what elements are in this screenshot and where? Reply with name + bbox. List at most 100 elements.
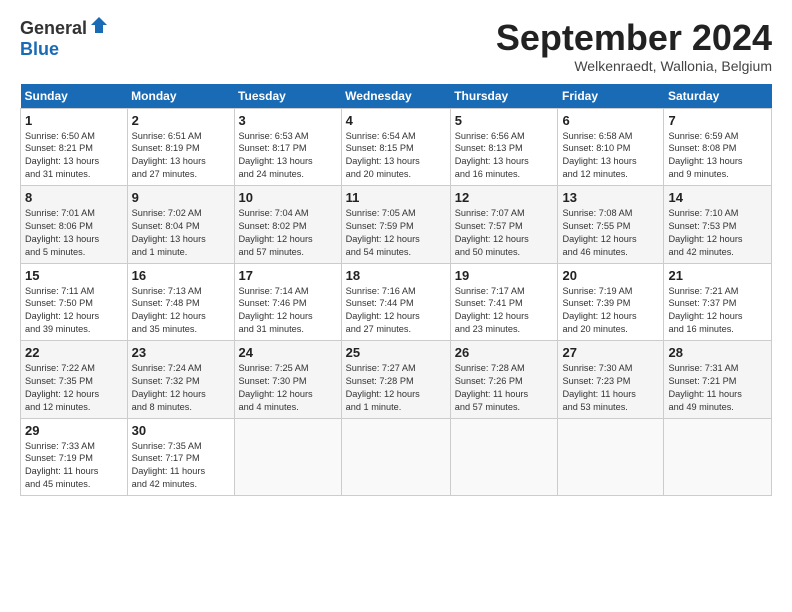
day-number: 23: [132, 345, 230, 360]
col-thursday: Thursday: [450, 84, 558, 109]
table-row: 24 Sunrise: 7:25 AMSunset: 7:30 PMDayligh…: [234, 341, 341, 419]
day-info: Sunrise: 7:10 AMSunset: 7:53 PMDaylight:…: [668, 207, 767, 259]
table-row: 6Sunrise: 6:58 AMSunset: 8:10 PMDaylight…: [558, 108, 664, 186]
table-row: 16 Sunrise: 7:13 AMSunset: 7:48 PMDayligh…: [127, 263, 234, 341]
day-number: 15: [25, 268, 123, 283]
day-number: 8: [25, 190, 123, 205]
table-row: 26 Sunrise: 7:28 AMSunset: 7:26 PMDayligh…: [450, 341, 558, 419]
table-row: [558, 418, 664, 496]
col-sunday: Sunday: [21, 84, 128, 109]
page-header: General Blue September 2024 Welkenraedt,…: [20, 18, 772, 74]
table-row: 22 Sunrise: 7:22 AMSunset: 7:35 PMDayligh…: [21, 341, 128, 419]
col-wednesday: Wednesday: [341, 84, 450, 109]
day-info: Sunrise: 7:22 AMSunset: 7:35 PMDaylight:…: [25, 362, 123, 414]
day-number: 27: [562, 345, 659, 360]
day-number: 16: [132, 268, 230, 283]
table-row: 25 Sunrise: 7:27 AMSunset: 7:28 PMDayligh…: [341, 341, 450, 419]
calendar-week-5: 29 Sunrise: 7:33 AMSunset: 7:19 PMDayligh…: [21, 418, 772, 496]
day-number: 22: [25, 345, 123, 360]
table-row: 14 Sunrise: 7:10 AMSunset: 7:53 PMDayligh…: [664, 186, 772, 264]
day-number: 11: [346, 190, 446, 205]
table-row: [341, 418, 450, 496]
day-number: 20: [562, 268, 659, 283]
table-row: 2 Sunrise: 6:51 AMSunset: 8:19 PMDaylight…: [127, 108, 234, 186]
logo-icon: [89, 15, 109, 35]
table-row: 8Sunrise: 7:01 AMSunset: 8:06 PMDaylight…: [21, 186, 128, 264]
table-row: 13 Sunrise: 7:08 AMSunset: 7:55 PMDayligh…: [558, 186, 664, 264]
day-number: 2: [132, 113, 230, 128]
day-info: Sunrise: 6:54 AMSunset: 8:15 PMDaylight:…: [346, 130, 446, 182]
table-row: 19 Sunrise: 7:17 AMSunset: 7:41 PMDayligh…: [450, 263, 558, 341]
day-info: Sunrise: 7:17 AMSunset: 7:41 PMDaylight:…: [455, 285, 554, 337]
day-info: Sunrise: 7:02 AMSunset: 8:04 PMDaylight:…: [132, 207, 230, 259]
table-row: 21Sunrise: 7:21 AMSunset: 7:37 PMDayligh…: [664, 263, 772, 341]
logo-blue-text: Blue: [20, 39, 59, 60]
day-number: 24: [239, 345, 337, 360]
calendar-week-3: 15 Sunrise: 7:11 AMSunset: 7:50 PMDayligh…: [21, 263, 772, 341]
day-number: 4: [346, 113, 446, 128]
day-info: Sunrise: 7:27 AMSunset: 7:28 PMDaylight:…: [346, 362, 446, 414]
location-text: Welkenraedt, Wallonia, Belgium: [496, 58, 772, 74]
col-monday: Monday: [127, 84, 234, 109]
day-number: 7: [668, 113, 767, 128]
table-row: 7 Sunrise: 6:59 AMSunset: 8:08 PMDaylight…: [664, 108, 772, 186]
table-row: 9 Sunrise: 7:02 AMSunset: 8:04 PMDaylight…: [127, 186, 234, 264]
day-info: Sunrise: 6:53 AMSunset: 8:17 PMDaylight:…: [239, 130, 337, 182]
table-row: 18Sunrise: 7:16 AMSunset: 7:44 PMDayligh…: [341, 263, 450, 341]
day-info: Sunrise: 7:14 AMSunset: 7:46 PMDaylight:…: [239, 285, 337, 337]
day-number: 28: [668, 345, 767, 360]
month-title: September 2024: [496, 18, 772, 58]
day-number: 9: [132, 190, 230, 205]
col-friday: Friday: [558, 84, 664, 109]
logo-general-text: General: [20, 18, 87, 39]
day-info: Sunrise: 7:35 AMSunset: 7:17 PMDaylight:…: [132, 440, 230, 492]
day-number: 1: [25, 113, 123, 128]
day-info: Sunrise: 7:21 AMSunset: 7:37 PMDaylight:…: [668, 285, 767, 337]
calendar-week-2: 8Sunrise: 7:01 AMSunset: 8:06 PMDaylight…: [21, 186, 772, 264]
table-row: 12 Sunrise: 7:07 AMSunset: 7:57 PMDayligh…: [450, 186, 558, 264]
table-row: [234, 418, 341, 496]
day-info: Sunrise: 7:19 AMSunset: 7:39 PMDaylight:…: [562, 285, 659, 337]
day-info: Sunrise: 7:28 AMSunset: 7:26 PMDaylight:…: [455, 362, 554, 414]
day-number: 10: [239, 190, 337, 205]
table-row: 29 Sunrise: 7:33 AMSunset: 7:19 PMDayligh…: [21, 418, 128, 496]
day-number: 18: [346, 268, 446, 283]
table-row: 30Sunrise: 7:35 AMSunset: 7:17 PMDayligh…: [127, 418, 234, 496]
calendar-table: Sunday Monday Tuesday Wednesday Thursday…: [20, 84, 772, 497]
day-number: 25: [346, 345, 446, 360]
day-info: Sunrise: 7:24 AMSunset: 7:32 PMDaylight:…: [132, 362, 230, 414]
table-row: 5Sunrise: 6:56 AMSunset: 8:13 PMDaylight…: [450, 108, 558, 186]
day-number: 19: [455, 268, 554, 283]
table-row: 15 Sunrise: 7:11 AMSunset: 7:50 PMDayligh…: [21, 263, 128, 341]
day-info: Sunrise: 7:31 AMSunset: 7:21 PMDaylight:…: [668, 362, 767, 414]
day-number: 14: [668, 190, 767, 205]
day-info: Sunrise: 7:13 AMSunset: 7:48 PMDaylight:…: [132, 285, 230, 337]
table-row: 11 Sunrise: 7:05 AMSunset: 7:59 PMDayligh…: [341, 186, 450, 264]
day-number: 12: [455, 190, 554, 205]
table-row: 27 Sunrise: 7:30 AMSunset: 7:23 PMDayligh…: [558, 341, 664, 419]
table-row: 23 Sunrise: 7:24 AMSunset: 7:32 PMDayligh…: [127, 341, 234, 419]
table-row: 3Sunrise: 6:53 AMSunset: 8:17 PMDaylight…: [234, 108, 341, 186]
day-info: Sunrise: 7:05 AMSunset: 7:59 PMDaylight:…: [346, 207, 446, 259]
table-row: 1 Sunrise: 6:50 AMSunset: 8:21 PMDaylight…: [21, 108, 128, 186]
day-info: Sunrise: 6:50 AMSunset: 8:21 PMDaylight:…: [25, 130, 123, 182]
col-tuesday: Tuesday: [234, 84, 341, 109]
day-info: Sunrise: 7:04 AMSunset: 8:02 PMDaylight:…: [239, 207, 337, 259]
day-number: 26: [455, 345, 554, 360]
day-info: Sunrise: 7:08 AMSunset: 7:55 PMDaylight:…: [562, 207, 659, 259]
table-row: [450, 418, 558, 496]
logo: General Blue: [20, 18, 109, 60]
title-block: September 2024 Welkenraedt, Wallonia, Be…: [496, 18, 772, 74]
day-info: Sunrise: 7:33 AMSunset: 7:19 PMDaylight:…: [25, 440, 123, 492]
day-info: Sunrise: 7:25 AMSunset: 7:30 PMDaylight:…: [239, 362, 337, 414]
day-info: Sunrise: 7:07 AMSunset: 7:57 PMDaylight:…: [455, 207, 554, 259]
col-saturday: Saturday: [664, 84, 772, 109]
day-number: 13: [562, 190, 659, 205]
day-info: Sunrise: 7:11 AMSunset: 7:50 PMDaylight:…: [25, 285, 123, 337]
table-row: [664, 418, 772, 496]
day-info: Sunrise: 6:51 AMSunset: 8:19 PMDaylight:…: [132, 130, 230, 182]
day-info: Sunrise: 7:30 AMSunset: 7:23 PMDaylight:…: [562, 362, 659, 414]
table-row: 20 Sunrise: 7:19 AMSunset: 7:39 PMDayligh…: [558, 263, 664, 341]
day-info: Sunrise: 6:59 AMSunset: 8:08 PMDaylight:…: [668, 130, 767, 182]
day-number: 29: [25, 423, 123, 438]
